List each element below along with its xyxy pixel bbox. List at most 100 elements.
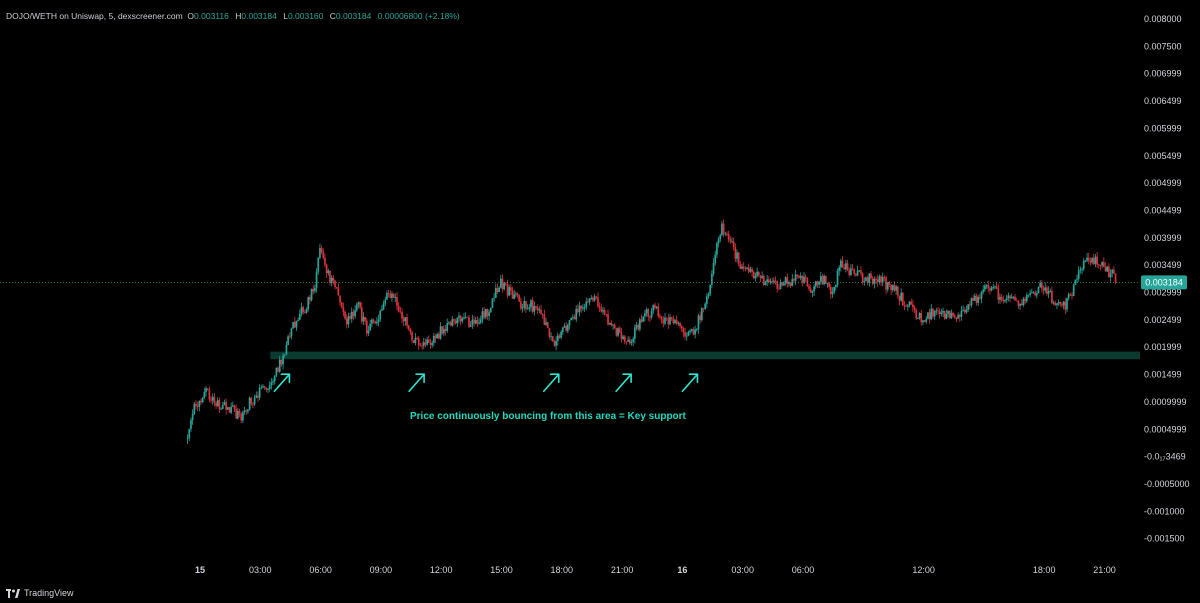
candle-body — [607, 314, 609, 325]
candle-body — [861, 273, 864, 283]
candle-body — [213, 396, 216, 403]
candle-273 — [644, 309, 646, 322]
candle-35 — [245, 408, 248, 415]
candle-531 — [1076, 274, 1078, 284]
candle-217 — [550, 332, 552, 341]
candle-body — [345, 318, 348, 325]
candle-302 — [692, 326, 695, 336]
candle-body — [771, 281, 774, 282]
candle-358 — [786, 273, 789, 288]
candle-253 — [610, 320, 613, 327]
candle-528 — [1071, 292, 1073, 300]
candle-222 — [558, 333, 561, 339]
candle-body — [218, 400, 221, 409]
candle-119 — [386, 290, 388, 300]
candle-69 — [302, 305, 305, 315]
candle-533 — [1079, 266, 1082, 274]
candle-254 — [612, 324, 614, 330]
candle-body — [520, 301, 522, 309]
candle-body — [283, 354, 286, 356]
candle-body — [250, 397, 253, 404]
candle-body — [947, 310, 949, 315]
candle-272 — [642, 316, 645, 323]
candle-body — [883, 277, 886, 278]
candle-543 — [1096, 251, 1098, 268]
candle-181 — [489, 307, 492, 313]
candle-body — [355, 304, 358, 311]
candle-body — [200, 400, 202, 403]
candle-body — [649, 316, 651, 318]
time-axis[interactable]: 15 03:00 06:00 09:00 12:00 15:00 18:00 21:00 16 0… — [195, 565, 1116, 575]
candle-60 — [287, 334, 289, 346]
candle-body — [499, 278, 502, 288]
candle-body — [426, 339, 428, 345]
candle-260 — [622, 334, 624, 341]
candle-465 — [965, 305, 968, 314]
candle-113 — [376, 317, 378, 326]
candle-body — [530, 300, 532, 308]
candle-body — [1057, 302, 1060, 304]
candle-89 — [335, 286, 338, 289]
candle-body — [997, 288, 1000, 300]
y-tick-label: 0.003499 — [1144, 260, 1182, 270]
candle-392 — [843, 263, 846, 270]
candle-467 — [968, 301, 971, 310]
candle-44 — [260, 384, 263, 390]
candle-body — [793, 278, 795, 281]
candle-body — [870, 273, 872, 278]
candle-body — [525, 301, 527, 310]
tradingview-brand[interactable]: TradingView — [6, 586, 74, 600]
candle-body — [1108, 266, 1110, 278]
candle-409 — [871, 275, 874, 286]
candle-514 — [1047, 286, 1050, 299]
candle-body — [319, 248, 321, 258]
candle-513 — [1046, 285, 1048, 296]
candle-body — [752, 272, 755, 279]
candle-334 — [746, 267, 748, 271]
candle-body — [841, 260, 844, 268]
candle-body — [706, 296, 708, 304]
price-tag-label: 0.003184 — [1145, 278, 1183, 288]
candle-body — [744, 268, 747, 270]
candle-357 — [784, 276, 787, 286]
candle-263 — [627, 336, 629, 342]
candle-body — [317, 257, 320, 272]
candle-65 — [295, 320, 298, 331]
candle-406 — [866, 275, 869, 286]
y-tick-label: 0.001999 — [1144, 342, 1182, 352]
candle-body — [479, 319, 482, 323]
candle-441 — [925, 316, 928, 324]
candle-343 — [761, 271, 763, 280]
candle-body — [898, 295, 901, 301]
candle-body — [967, 304, 970, 310]
candle-448 — [937, 307, 939, 315]
candle-141 — [422, 337, 425, 350]
candle-506 — [1034, 289, 1037, 297]
candle-299 — [687, 330, 690, 337]
candle-24 — [226, 406, 229, 410]
candle-body — [329, 270, 331, 283]
candle-257 — [617, 326, 619, 338]
candle-317 — [717, 236, 720, 248]
candle-159 — [453, 318, 455, 326]
open-value: 0.003116 — [194, 11, 229, 21]
candle-body — [980, 291, 983, 299]
candle-body — [463, 317, 465, 319]
candle-body — [196, 405, 199, 407]
candle-body — [431, 343, 434, 345]
candle-214 — [545, 317, 547, 326]
candle-body — [476, 320, 479, 324]
candle-body — [974, 295, 976, 301]
candle-body — [726, 233, 728, 235]
candle-body — [739, 264, 742, 269]
candle-body — [551, 336, 554, 342]
candle-300 — [689, 328, 691, 335]
candle-482 — [994, 285, 996, 290]
candle-body — [1062, 301, 1065, 306]
candle-326 — [732, 237, 735, 251]
candle-body — [566, 325, 569, 331]
candle-body — [307, 297, 310, 310]
price-chart[interactable]: 0.008000 0.007500 0.006999 0.006499 0.005999… — [0, 0, 1200, 603]
candle-body — [813, 286, 815, 292]
candle-body — [809, 288, 812, 293]
